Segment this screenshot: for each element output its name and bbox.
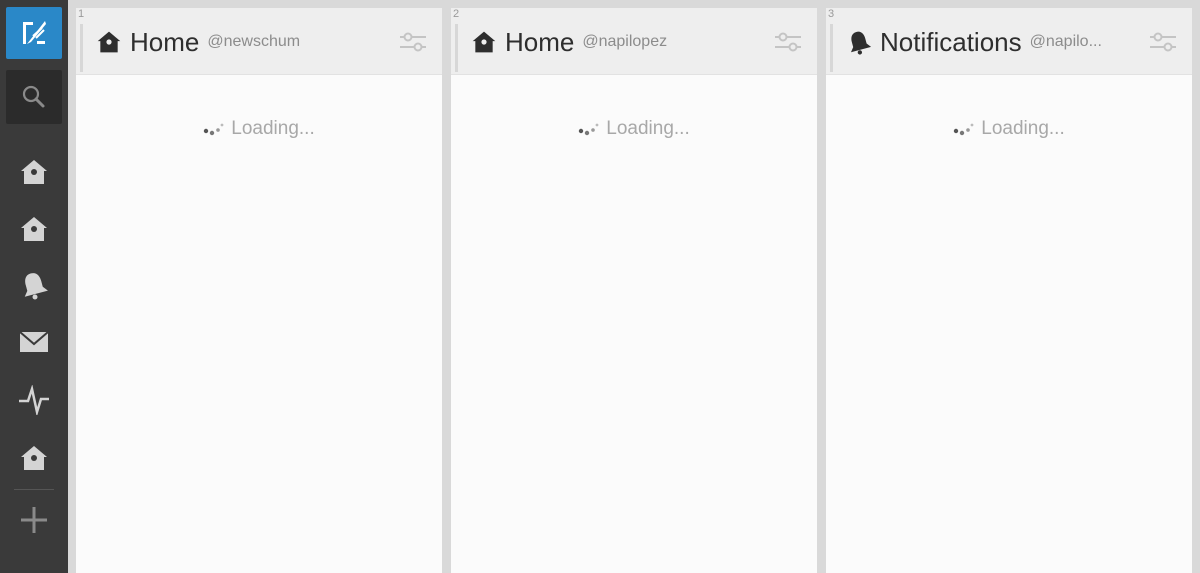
column-account: @napilo... xyxy=(1029,33,1102,50)
notifications-bell-icon xyxy=(850,31,872,55)
home-icon xyxy=(21,446,47,470)
sidebar-item-home-1[interactable] xyxy=(6,149,62,195)
home-icon xyxy=(21,217,47,241)
column-number: 2 xyxy=(453,8,460,20)
column-home-napilopez: 2 Home @napilopez Loading... xyxy=(451,8,817,573)
sidebar-item-notifications[interactable] xyxy=(6,262,62,308)
column-title: Notifications xyxy=(880,26,1022,57)
home-icon xyxy=(97,31,121,53)
column-home-newschum: 1 Home @newschum Loading... xyxy=(76,8,442,573)
column-settings-icon[interactable] xyxy=(1148,30,1178,54)
column-header: 2 Home @napilopez xyxy=(451,8,817,75)
column-title-area[interactable]: Notifications @napilo... xyxy=(846,26,1138,58)
add-column-icon xyxy=(21,507,47,533)
column-title: Home xyxy=(505,26,575,57)
messages-envelope-icon xyxy=(19,331,49,352)
search-button[interactable] xyxy=(6,70,62,124)
column-drag-handle[interactable] xyxy=(80,24,83,72)
sidebar-divider xyxy=(14,489,54,490)
column-header: 1 Home @newschum xyxy=(76,8,442,75)
home-icon xyxy=(472,31,496,53)
sidebar-item-home-2[interactable] xyxy=(6,206,62,252)
loading-spinner-icon xyxy=(954,123,974,136)
column-drag-handle[interactable] xyxy=(830,24,833,72)
sidebar xyxy=(0,0,68,573)
loading-indicator: Loading... xyxy=(76,118,442,140)
loading-spinner-icon xyxy=(204,123,224,136)
activity-pulse-icon xyxy=(19,385,49,415)
sidebar-item-messages[interactable] xyxy=(6,319,62,365)
column-settings-icon[interactable] xyxy=(398,30,428,54)
search-icon xyxy=(22,85,45,108)
compose-quill-icon xyxy=(23,21,46,44)
column-title-area[interactable]: Home @napilopez xyxy=(471,26,763,58)
loading-text: Loading... xyxy=(981,118,1065,139)
loading-indicator: Loading... xyxy=(826,118,1192,140)
compose-button[interactable] xyxy=(6,7,62,59)
loading-text: Loading... xyxy=(231,118,315,139)
column-account: @newschum xyxy=(207,33,301,50)
column-drag-handle[interactable] xyxy=(455,24,458,72)
column-number: 1 xyxy=(78,8,85,20)
notifications-bell-icon xyxy=(24,273,48,300)
column-title-area[interactable]: Home @newschum xyxy=(96,26,388,58)
column-settings-icon[interactable] xyxy=(773,30,803,54)
column-notifications-napilo: 3 Notifications @napilo... Loading... xyxy=(826,8,1192,573)
home-icon xyxy=(21,160,47,184)
add-column-button[interactable] xyxy=(6,497,62,543)
loading-text: Loading... xyxy=(606,118,690,139)
loading-spinner-icon xyxy=(579,123,599,136)
sidebar-item-home-3[interactable] xyxy=(6,435,62,481)
loading-indicator: Loading... xyxy=(451,118,817,140)
column-number: 3 xyxy=(828,8,835,20)
sidebar-item-activity[interactable] xyxy=(6,377,62,423)
column-header: 3 Notifications @napilo... xyxy=(826,8,1192,75)
column-title: Home xyxy=(130,26,200,57)
column-account: @napilopez xyxy=(582,33,668,50)
